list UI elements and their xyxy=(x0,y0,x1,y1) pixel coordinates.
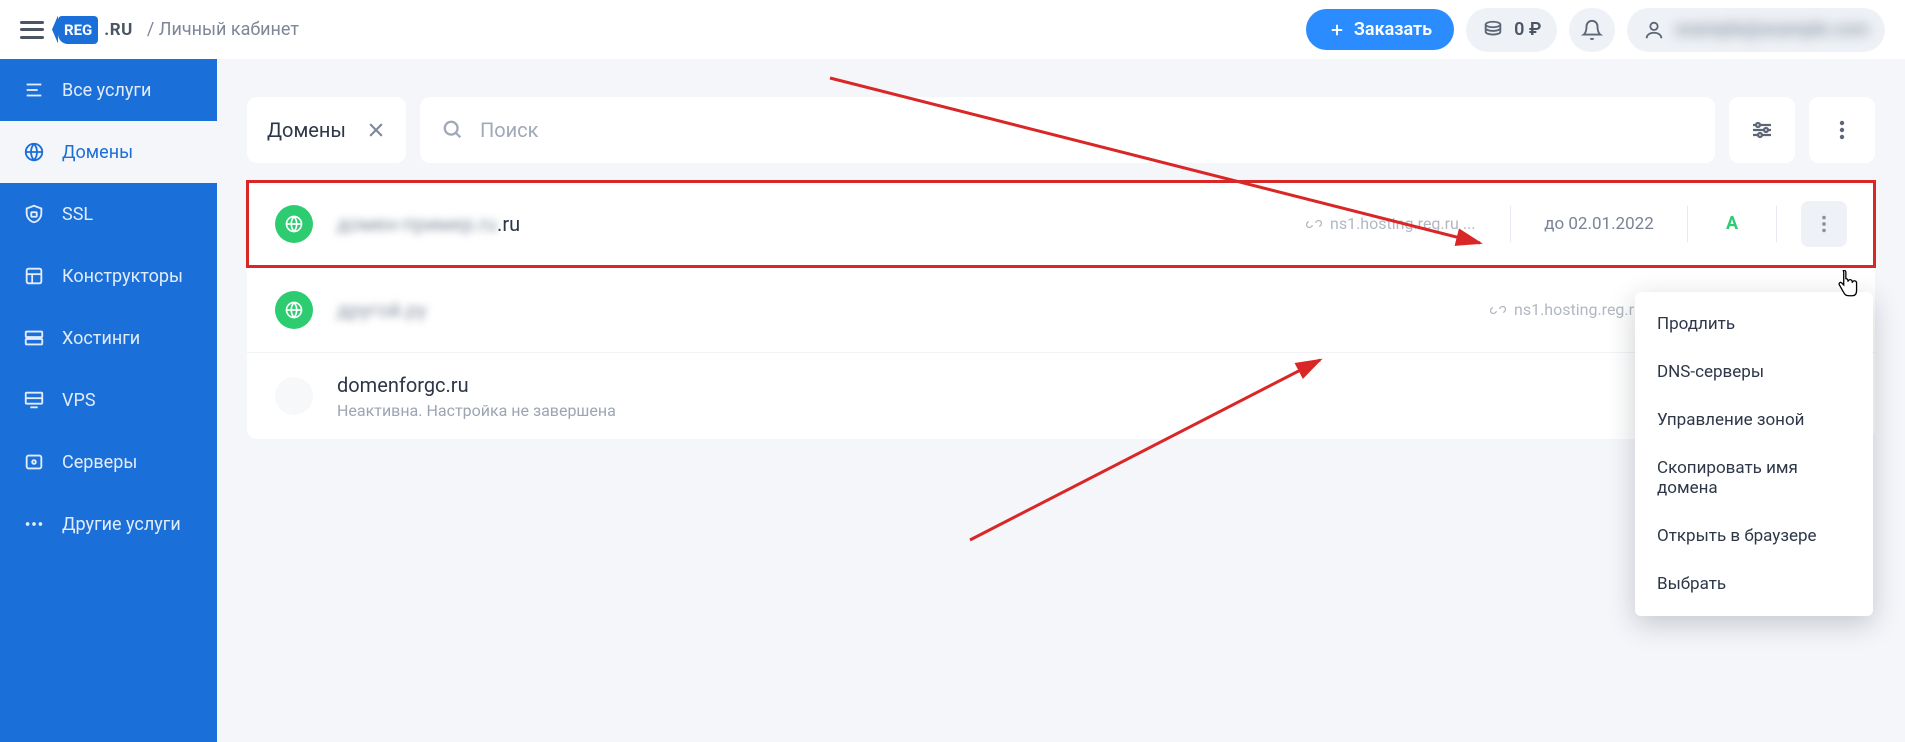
search-icon xyxy=(442,119,464,141)
dots-vertical-icon xyxy=(1813,213,1835,235)
sidebar-item-all-services[interactable]: Все услуги xyxy=(0,59,217,121)
menu-select[interactable]: Выбрать xyxy=(1635,560,1873,608)
sidebar-item-label: SSL xyxy=(62,204,93,225)
shield-icon xyxy=(22,202,46,226)
more-icon xyxy=(22,512,46,536)
builder-icon xyxy=(22,264,46,288)
globe-icon xyxy=(275,291,313,329)
globe-icon xyxy=(22,140,46,164)
sliders-icon xyxy=(1750,118,1774,142)
search-input[interactable] xyxy=(480,118,1693,142)
domains-panel: домен-пример.ru.ru ns1.hosting.reg.ru ..… xyxy=(247,181,1875,439)
table-row[interactable]: domenforgc.ru Неактивна. Настройка не за… xyxy=(247,353,1875,439)
sidebar-item-label: VPS xyxy=(62,390,96,411)
order-label: Заказать xyxy=(1354,19,1432,40)
sidebar-item-servers[interactable]: Серверы xyxy=(0,431,217,493)
row-actions-button[interactable] xyxy=(1801,201,1847,247)
sidebar-item-other[interactable]: Другие услуги xyxy=(0,493,217,555)
table-row[interactable]: другой.ру ns1.hosting.reg.ru ... до 17 xyxy=(247,267,1875,353)
balance-value: 0 ₽ xyxy=(1514,19,1541,40)
menu-toggle[interactable] xyxy=(20,21,44,39)
filters-button[interactable] xyxy=(1729,97,1795,163)
sidebar-item-ssl[interactable]: SSL xyxy=(0,183,217,245)
ns-column: ns1.hosting.reg.ru ... xyxy=(1306,214,1486,233)
sidebar: Все услуги Домены SSL Конструкторы Хости… xyxy=(0,59,217,742)
domain-name: другой.ру xyxy=(337,298,427,322)
filter-chip-label: Домены xyxy=(267,118,346,142)
expiry-date: до 02.01.2022 xyxy=(1535,214,1663,234)
header: REG .RU / Личный кабинет Заказать 0 ₽ ex… xyxy=(0,0,1905,59)
sidebar-item-label: Другие услуги xyxy=(62,514,181,535)
list-icon xyxy=(22,78,46,102)
domain-status: Неактивна. Настройка не завершена xyxy=(337,401,1847,420)
row-actions-menu: Продлить DNS-серверы Управление зоной Ск… xyxy=(1635,292,1873,616)
menu-dns-servers[interactable]: DNS-серверы xyxy=(1635,348,1873,396)
sidebar-item-label: Серверы xyxy=(62,452,137,473)
sidebar-item-vps[interactable]: VPS xyxy=(0,369,217,431)
vps-icon xyxy=(22,388,46,412)
unlink-icon xyxy=(1306,216,1322,232)
order-button[interactable]: Заказать xyxy=(1306,9,1454,50)
menu-open-browser[interactable]: Открыть в браузере xyxy=(1635,512,1873,560)
sidebar-item-builders[interactable]: Конструкторы xyxy=(0,245,217,307)
sidebar-item-label: Домены xyxy=(62,142,133,163)
auto-renew-badge: A xyxy=(1712,213,1752,234)
filter-chip[interactable]: Домены xyxy=(247,97,406,163)
bell-icon xyxy=(1581,19,1603,41)
menu-copy-domain[interactable]: Скопировать имя домена xyxy=(1635,444,1873,512)
search-box xyxy=(420,97,1715,163)
logo[interactable]: REG .RU xyxy=(58,16,133,44)
domain-name: домен-пример.ru xyxy=(337,212,497,236)
toolbar: Домены xyxy=(247,97,1875,163)
balance-pill[interactable]: 0 ₽ xyxy=(1466,8,1557,52)
breadcrumb: / Личный кабинет xyxy=(147,19,299,40)
globe-icon xyxy=(275,205,313,243)
bulk-actions-button[interactable] xyxy=(1809,97,1875,163)
table-row[interactable]: домен-пример.ru.ru ns1.hosting.reg.ru ..… xyxy=(247,181,1875,267)
dots-vertical-icon xyxy=(1830,118,1854,142)
menu-zone[interactable]: Управление зоной xyxy=(1635,396,1873,444)
notifications-button[interactable] xyxy=(1569,8,1615,52)
domain-name: domenforgc.ru xyxy=(337,373,1847,397)
menu-renew[interactable]: Продлить xyxy=(1635,300,1873,348)
plus-icon xyxy=(1328,21,1346,39)
username: example@example.com xyxy=(1675,19,1869,40)
close-icon[interactable] xyxy=(366,120,386,140)
dedicated-icon xyxy=(22,450,46,474)
sidebar-item-hosting[interactable]: Хостинги xyxy=(0,307,217,369)
sidebar-item-label: Конструкторы xyxy=(62,266,183,287)
user-icon xyxy=(1643,19,1665,41)
logo-suffix: .RU xyxy=(104,20,133,40)
sidebar-item-label: Хостинги xyxy=(62,328,140,349)
coins-icon xyxy=(1482,19,1504,41)
logo-box: REG xyxy=(58,16,98,44)
domain-icon-empty xyxy=(275,377,313,415)
unlink-icon xyxy=(1490,302,1506,318)
server-icon xyxy=(22,326,46,350)
sidebar-item-label: Все услуги xyxy=(62,80,151,101)
sidebar-item-domains[interactable]: Домены xyxy=(0,121,217,183)
user-pill[interactable]: example@example.com xyxy=(1627,8,1885,52)
